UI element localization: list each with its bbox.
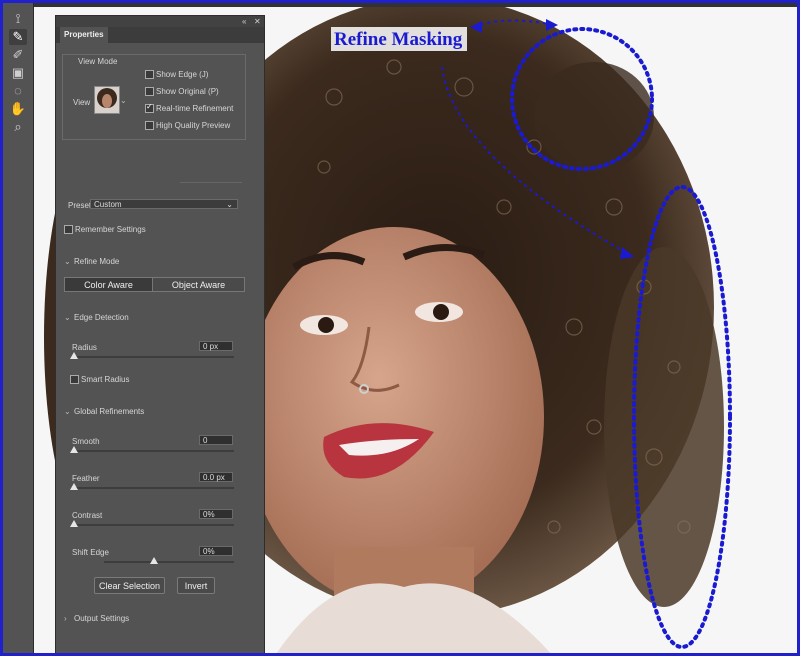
radius-slider-track[interactable] [72, 356, 234, 358]
chevron-down-icon: ⌄ [64, 257, 71, 266]
invert-button[interactable]: Invert [177, 577, 215, 594]
properties-panel: « ✕ Properties View Mode View ⌄ Show Edg… [55, 15, 265, 653]
clear-selection-button[interactable]: Clear Selection [94, 577, 165, 594]
divider [180, 182, 242, 183]
close-icon[interactable]: ✕ [254, 16, 261, 27]
contrast-input[interactable]: 0% [199, 509, 233, 519]
shift-edge-slider-track[interactable] [104, 561, 234, 563]
feather-slider-track[interactable] [72, 487, 234, 489]
realtime-refinement-label: Real-time Refinement [156, 104, 234, 113]
refine-edge-brush-icon[interactable]: ✎ [9, 29, 27, 45]
edge-detection-title: Edge Detection [74, 313, 129, 322]
radius-slider-knob[interactable] [70, 352, 78, 359]
tools-panel: ⟟ ✎ ✐ ▣ ◌ ✋ ⌕ [3, 3, 34, 653]
output-settings-title: Output Settings [74, 614, 130, 623]
feather-slider-knob[interactable] [70, 483, 78, 490]
global-refinements-header[interactable]: ⌄ Global Refinements [64, 407, 144, 416]
smart-radius-label: Smart Radius [81, 375, 130, 384]
view-mode-heading: View Mode [78, 57, 118, 66]
hand-icon[interactable]: ✋ [9, 101, 27, 117]
smooth-label: Smooth [72, 437, 100, 446]
tab-properties[interactable]: Properties [60, 27, 108, 43]
feather-input[interactable]: 0.0 px [199, 472, 233, 482]
panel-titlebar: « ✕ [56, 16, 264, 27]
remember-settings-checkbox[interactable] [64, 225, 73, 234]
contrast-slider-knob[interactable] [70, 520, 78, 527]
smooth-slider-track[interactable] [72, 450, 234, 452]
smooth-input[interactable]: 0 [199, 435, 233, 445]
shift-edge-label: Shift Edge [72, 548, 109, 557]
edge-detection-header[interactable]: ⌄ Edge Detection [64, 313, 129, 322]
radius-input[interactable]: 0 px [199, 341, 233, 351]
refine-mode-title: Refine Mode [74, 257, 120, 266]
global-refinements-title: Global Refinements [74, 407, 145, 416]
zoom-icon[interactable]: ⌕ [9, 119, 27, 135]
quick-selection-icon[interactable]: ⟟ [9, 11, 27, 27]
contrast-label: Contrast [72, 511, 103, 520]
view-thumbnail[interactable] [94, 86, 120, 114]
lasso-icon[interactable]: ◌ [9, 83, 27, 99]
show-edge-label: Show Edge (J) [156, 70, 209, 79]
chevron-right-icon: › [64, 614, 67, 623]
annotation-title: Refine Masking [334, 29, 463, 50]
hq-preview-checkbox[interactable] [145, 121, 154, 130]
remember-settings-label: Remember Settings [75, 225, 146, 234]
view-label: View [73, 98, 91, 107]
chevron-down-icon: ⌄ [64, 407, 71, 416]
shift-edge-slider-knob[interactable] [150, 557, 158, 564]
feather-label: Feather [72, 474, 100, 483]
app-window: ⟟ ✎ ✐ ▣ ◌ ✋ ⌕ Refine Masking « ✕ Propert… [0, 0, 800, 656]
shift-edge-input[interactable]: 0% [199, 546, 233, 556]
chevron-down-icon: ⌄ [226, 200, 233, 209]
output-settings-header[interactable]: › Output Settings [64, 614, 129, 623]
preset-value: Custom [94, 200, 122, 209]
smart-radius-checkbox[interactable] [70, 375, 79, 384]
show-edge-checkbox[interactable] [145, 70, 154, 79]
collapse-icon[interactable]: « [242, 16, 246, 27]
preset-select[interactable]: Custom ⌄ [90, 199, 238, 209]
object-selection-icon[interactable]: ▣ [9, 65, 27, 81]
radius-label: Radius [72, 343, 97, 352]
realtime-refinement-checkbox[interactable] [145, 102, 154, 113]
preset-label: Preset [68, 201, 92, 210]
hq-preview-label: High Quality Preview [156, 121, 231, 130]
contrast-slider-track[interactable] [72, 524, 234, 526]
chevron-down-icon[interactable]: ⌄ [120, 96, 127, 105]
show-original-label: Show Original (P) [156, 87, 219, 96]
chevron-down-icon: ⌄ [64, 313, 71, 322]
brush-icon[interactable]: ✐ [9, 47, 27, 63]
smooth-slider-knob[interactable] [70, 446, 78, 453]
object-aware-button[interactable]: Object Aware [152, 277, 245, 292]
color-aware-button[interactable]: Color Aware [64, 277, 153, 292]
show-original-checkbox[interactable] [145, 87, 154, 96]
refine-mode-header[interactable]: ⌄ Refine Mode [64, 257, 119, 266]
